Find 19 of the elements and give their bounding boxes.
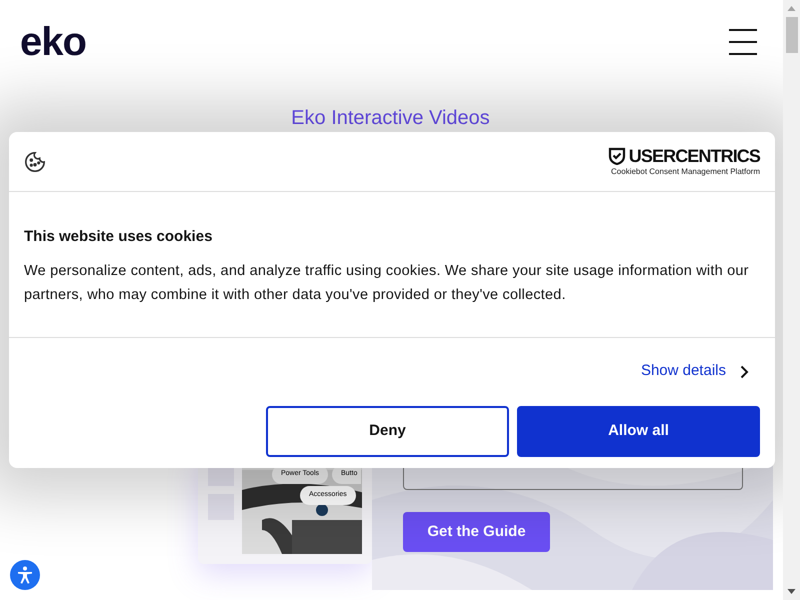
accessibility-icon bbox=[15, 565, 35, 585]
scrollbar-thumb[interactable] bbox=[786, 17, 798, 53]
allow-all-button[interactable]: Allow all bbox=[517, 406, 760, 456]
page-title: Eko Interactive Videos bbox=[291, 108, 490, 128]
scrollbar[interactable] bbox=[783, 0, 800, 600]
shield-icon bbox=[608, 147, 626, 165]
chevron-right-icon bbox=[740, 364, 749, 378]
get-guide-button[interactable]: Get the Guide bbox=[403, 512, 550, 552]
brand-subtitle: Cookiebot Consent Management Platform bbox=[611, 168, 760, 176]
accessibility-button[interactable] bbox=[10, 560, 40, 590]
dialog-heading: This website uses cookies bbox=[24, 227, 214, 247]
cookie-icon bbox=[24, 150, 46, 172]
deny-button[interactable]: Deny bbox=[266, 406, 509, 456]
menu-icon[interactable] bbox=[729, 29, 757, 55]
logo[interactable]: eko bbox=[20, 22, 86, 62]
thumbnail bbox=[208, 494, 234, 520]
show-details-link[interactable]: Show details bbox=[640, 360, 749, 383]
dialog-body: We personalize content, ads, and analyze traffic using cookies. We share your site usage information with our partners, who may combine it with other data you've provided or they've collected. bbox=[24, 262, 750, 304]
brand-logo: USERCENTRICS bbox=[628, 147, 760, 165]
